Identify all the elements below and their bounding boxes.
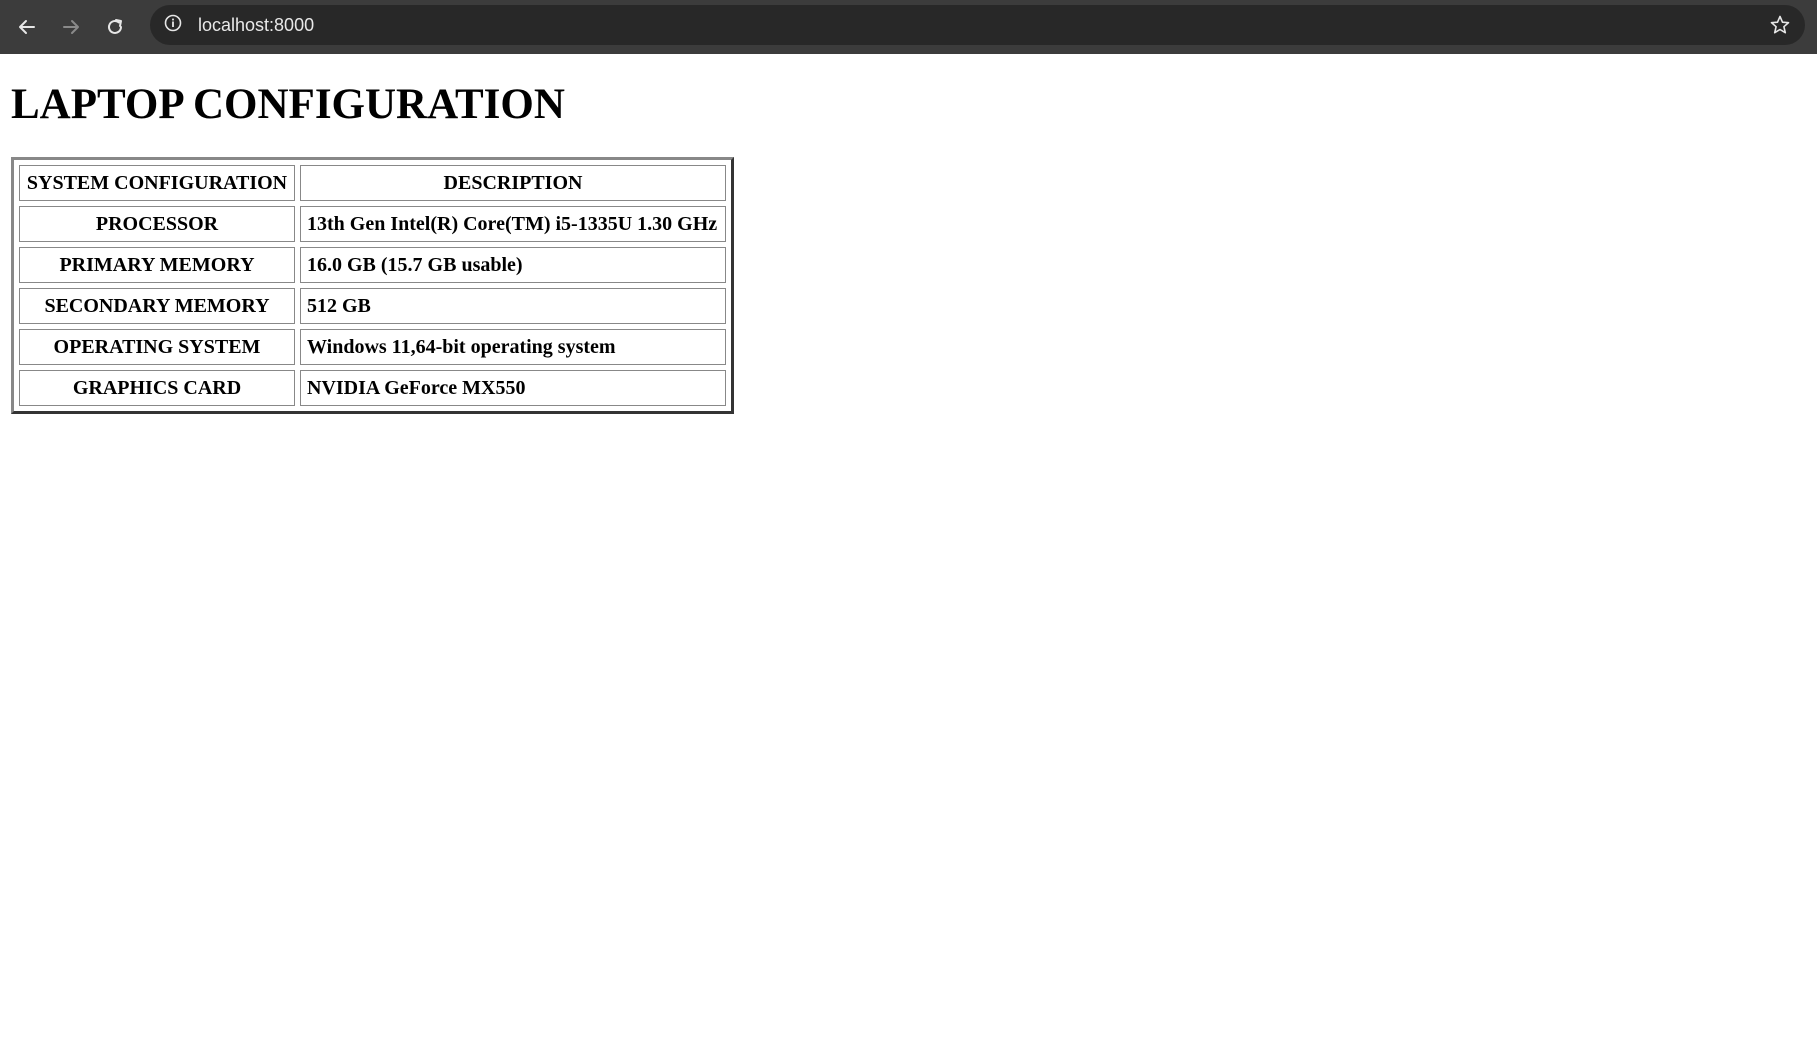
page-content: LAPTOP CONFIGURATION SYSTEM CONFIGURATIO… — [0, 54, 1817, 1060]
row-value: 512 GB — [300, 288, 726, 324]
page-title: LAPTOP CONFIGURATION — [11, 81, 565, 128]
table-row: PRIMARY MEMORY 16.0 GB (15.7 GB usable) — [19, 247, 726, 283]
table-row: OPERATING SYSTEM Windows 11,64-bit opera… — [19, 329, 726, 365]
table-row: GRAPHICS CARD NVIDIA GeForce MX550 — [19, 370, 726, 406]
address-bar[interactable]: localhost:8000 — [150, 5, 1805, 45]
row-key: PROCESSOR — [19, 206, 295, 242]
row-key: PRIMARY MEMORY — [19, 247, 295, 283]
row-value: Windows 11,64-bit operating system — [300, 329, 726, 365]
reload-button[interactable] — [100, 12, 130, 42]
row-key: SECONDARY MEMORY — [19, 288, 295, 324]
column-header-system-configuration: SYSTEM CONFIGURATION — [19, 165, 295, 201]
row-key: GRAPHICS CARD — [19, 370, 295, 406]
column-header-description: DESCRIPTION — [300, 165, 726, 201]
back-button[interactable] — [12, 12, 42, 42]
table-row: PROCESSOR 13th Gen Intel(R) Core(TM) i5-… — [19, 206, 726, 242]
star-icon — [1769, 15, 1791, 40]
site-info-button[interactable] — [162, 14, 184, 36]
bookmark-button[interactable] — [1769, 14, 1791, 36]
table-row: SECONDARY MEMORY 512 GB — [19, 288, 726, 324]
url-text[interactable]: localhost:8000 — [198, 15, 314, 36]
row-value: 13th Gen Intel(R) Core(TM) i5-1335U 1.30… — [300, 206, 726, 242]
row-value: 16.0 GB (15.7 GB usable) — [300, 247, 726, 283]
configuration-table: SYSTEM CONFIGURATION DESCRIPTION PROCESS… — [11, 157, 734, 414]
forward-arrow-icon — [60, 16, 82, 38]
row-key: OPERATING SYSTEM — [19, 329, 295, 365]
back-arrow-icon — [16, 16, 38, 38]
reload-icon — [104, 16, 126, 38]
row-value: NVIDIA GeForce MX550 — [300, 370, 726, 406]
info-icon — [163, 13, 183, 38]
forward-button[interactable] — [56, 12, 86, 42]
table-header-row: SYSTEM CONFIGURATION DESCRIPTION — [19, 165, 726, 201]
browser-toolbar: localhost:8000 — [0, 0, 1817, 54]
